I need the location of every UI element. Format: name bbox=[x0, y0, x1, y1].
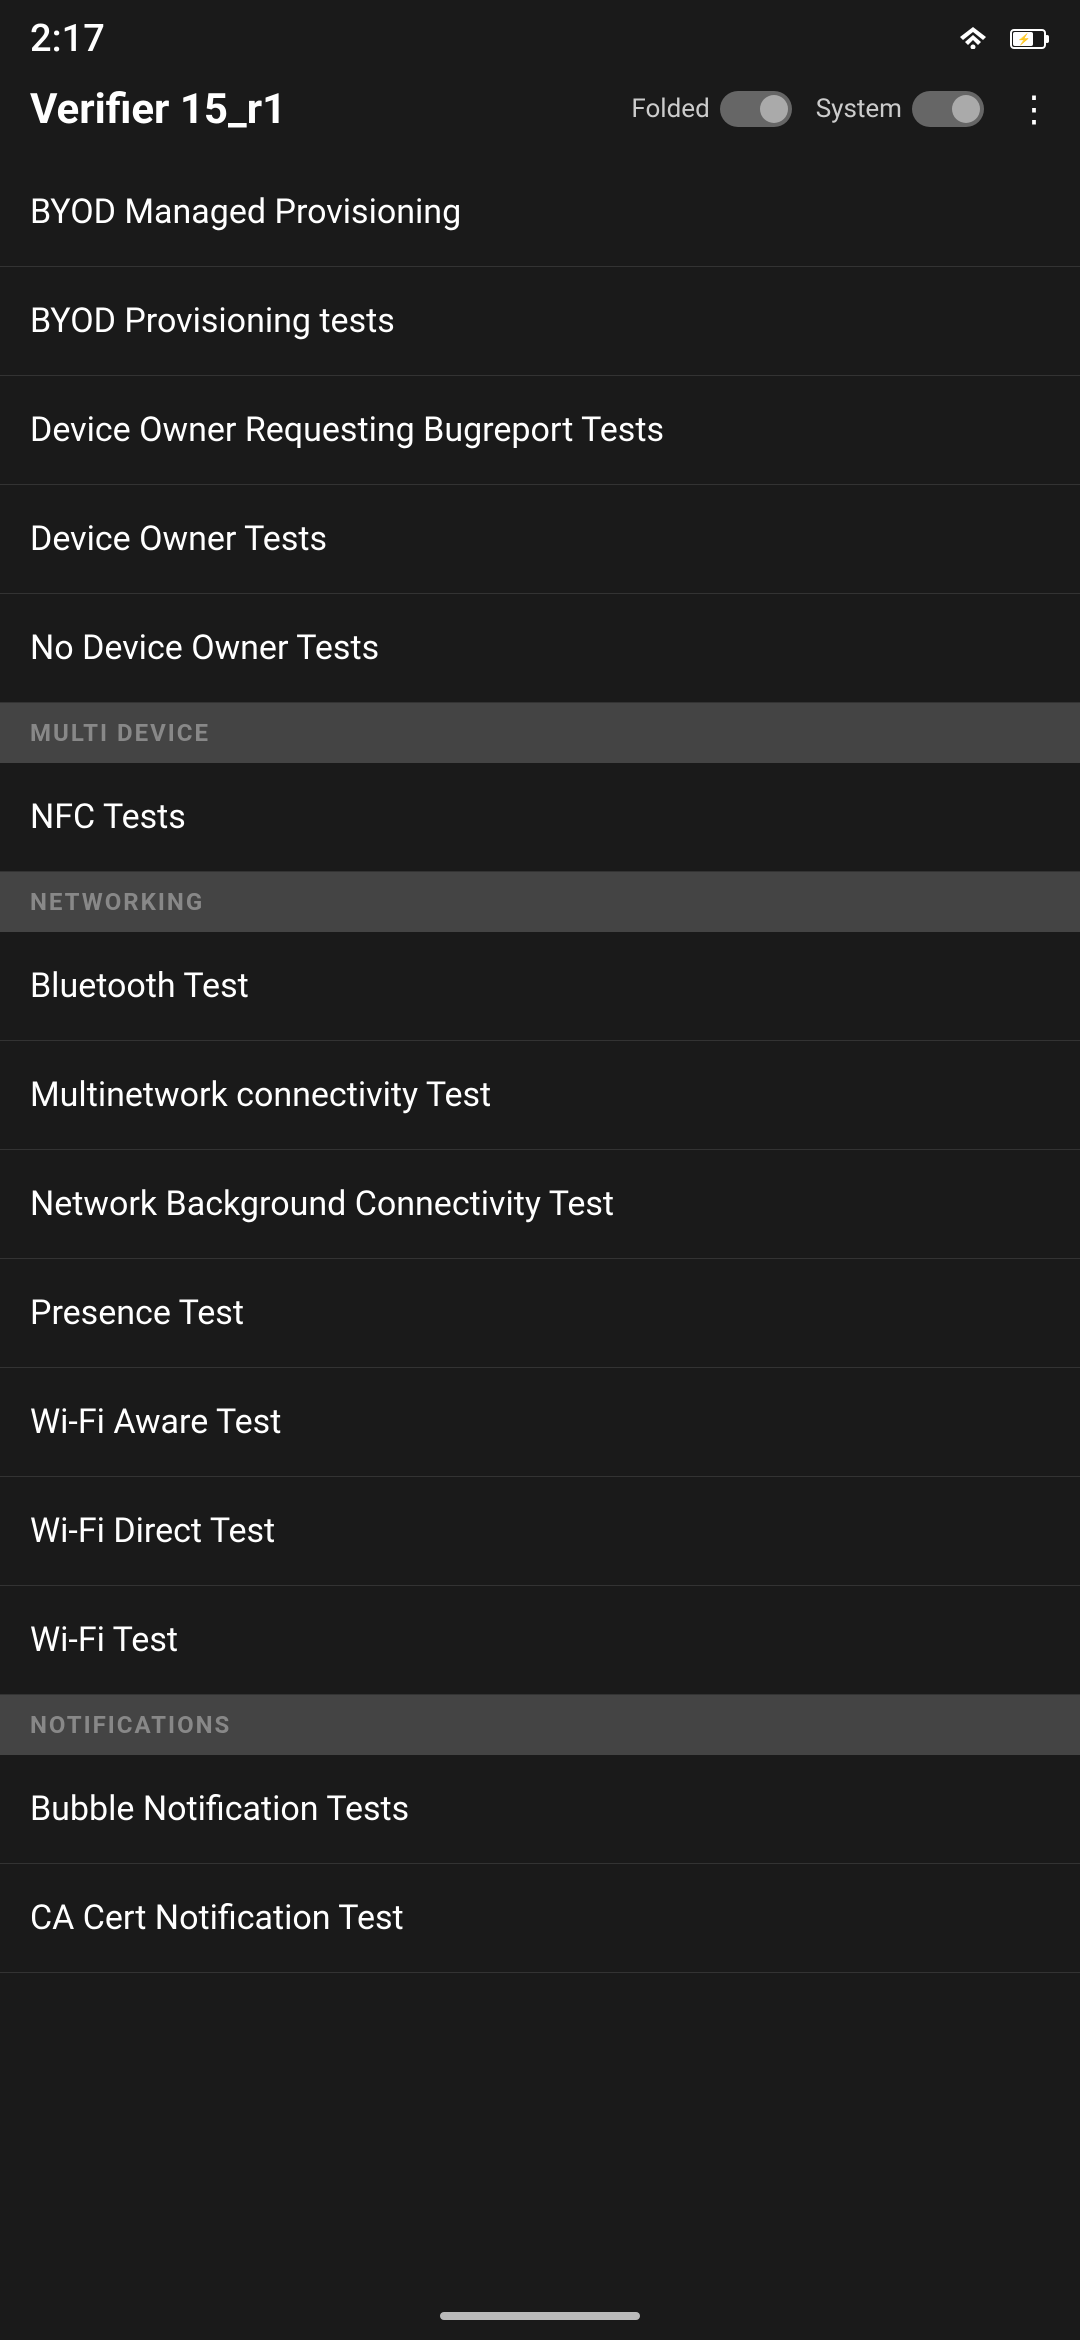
section-header-notifications: NOTIFICATIONS bbox=[0, 1695, 1080, 1755]
list-item-text: Wi-Fi Direct Test bbox=[30, 1511, 275, 1551]
status-icons: ⚡ bbox=[958, 23, 1050, 56]
folded-label: Folded bbox=[631, 94, 709, 124]
list-item[interactable]: Device Owner Requesting Bugreport Tests bbox=[0, 376, 1080, 485]
svg-text:⚡: ⚡ bbox=[1017, 33, 1031, 46]
list-item[interactable]: Presence Test bbox=[0, 1259, 1080, 1368]
list-item[interactable]: BYOD Managed Provisioning bbox=[0, 158, 1080, 267]
list-item-text: CA Cert Notification Test bbox=[30, 1898, 404, 1938]
list-item-text: Device Owner Tests bbox=[30, 519, 327, 559]
list-item[interactable]: Multinetwork connectivity Test bbox=[0, 1041, 1080, 1150]
list-item-text: Device Owner Requesting Bugreport Tests bbox=[30, 410, 664, 450]
list-item[interactable]: Wi-Fi Test bbox=[0, 1586, 1080, 1695]
list-item-text: Network Background Connectivity Test bbox=[30, 1184, 614, 1224]
list-item-text: Wi-Fi Test bbox=[30, 1620, 178, 1660]
section-header-text: MULTI DEVICE bbox=[30, 719, 210, 747]
list-item-text: NFC Tests bbox=[30, 797, 186, 837]
section-header-multi-device: MULTI DEVICE bbox=[0, 703, 1080, 763]
status-time: 2:17 bbox=[30, 17, 105, 61]
list-item-text: Bluetooth Test bbox=[30, 966, 249, 1006]
list-container: BYOD Managed Provisioning BYOD Provisioni… bbox=[0, 158, 1080, 1973]
system-toggle-group: System bbox=[816, 91, 984, 127]
folded-toggle[interactable] bbox=[720, 91, 792, 127]
system-label: System bbox=[816, 94, 902, 124]
toolbar-controls: Folded System ⋮ bbox=[631, 80, 1060, 138]
list-item[interactable]: Wi-Fi Aware Test bbox=[0, 1368, 1080, 1477]
list-item[interactable]: Bubble Notification Tests bbox=[0, 1755, 1080, 1864]
list-item-text: No Device Owner Tests bbox=[30, 628, 379, 668]
list-item-text: Bubble Notification Tests bbox=[30, 1789, 409, 1829]
list-item[interactable]: Wi-Fi Direct Test bbox=[0, 1477, 1080, 1586]
list-item[interactable]: BYOD Provisioning tests bbox=[0, 267, 1080, 376]
battery-icon: ⚡ bbox=[1010, 28, 1050, 50]
list-item-text: Wi-Fi Aware Test bbox=[30, 1402, 281, 1442]
section-header-networking: NETWORKING bbox=[0, 872, 1080, 932]
toolbar: Verifier 15_r1 Folded System ⋮ bbox=[0, 70, 1080, 158]
list-item[interactable]: CA Cert Notification Test bbox=[0, 1864, 1080, 1973]
section-header-text: NOTIFICATIONS bbox=[30, 1711, 231, 1739]
more-button[interactable]: ⋮ bbox=[1008, 80, 1060, 138]
list-item[interactable]: Device Owner Tests bbox=[0, 485, 1080, 594]
list-item[interactable]: NFC Tests bbox=[0, 763, 1080, 872]
list-item[interactable]: Network Background Connectivity Test bbox=[0, 1150, 1080, 1259]
status-bar: 2:17 ⚡ bbox=[0, 0, 1080, 70]
list-item-text: Presence Test bbox=[30, 1293, 244, 1333]
section-header-text: NETWORKING bbox=[30, 888, 204, 916]
list-item-text: Multinetwork connectivity Test bbox=[30, 1075, 491, 1115]
list-item-text: BYOD Provisioning tests bbox=[30, 301, 395, 341]
system-toggle[interactable] bbox=[912, 91, 984, 127]
app-title: Verifier 15_r1 bbox=[30, 85, 611, 134]
folded-toggle-group: Folded bbox=[631, 91, 791, 127]
list-item[interactable]: Bluetooth Test bbox=[0, 932, 1080, 1041]
system-toggle-knob bbox=[952, 95, 980, 123]
wifi-icon bbox=[958, 23, 988, 56]
folded-toggle-knob bbox=[760, 95, 788, 123]
list-item-text: BYOD Managed Provisioning bbox=[30, 192, 461, 232]
list-item[interactable]: No Device Owner Tests bbox=[0, 594, 1080, 703]
home-indicator bbox=[440, 2312, 640, 2320]
